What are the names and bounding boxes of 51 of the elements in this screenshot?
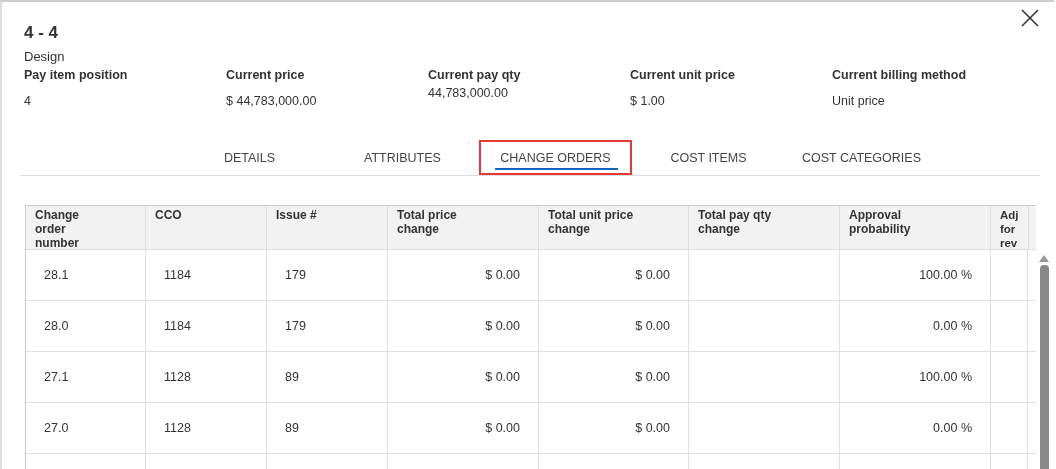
table-cell: $ 0.00 xyxy=(539,403,689,453)
table-cell: $ 0.00 xyxy=(388,250,539,300)
table-cell: $ 0.00 xyxy=(539,301,689,351)
table-cell: 179 xyxy=(267,301,388,351)
table-cell: 1128 xyxy=(146,403,267,453)
column-header: CCO xyxy=(146,206,267,249)
table-cell: $ 0.00 xyxy=(539,352,689,402)
table-cell: 0.00 % xyxy=(840,403,991,453)
column-header: Total unit price change xyxy=(539,206,689,249)
table-cell: 0.00 % xyxy=(840,301,991,351)
dialog-subtitle: Design xyxy=(24,49,66,65)
table-cell: $ 0.00 xyxy=(388,403,539,453)
column-header: Change order number xyxy=(26,206,146,249)
column-header: Adj for rev xyxy=(991,206,1029,249)
table-cell: $ 0.00 xyxy=(539,250,689,300)
table-cell: $ 0.00 xyxy=(388,301,539,351)
table-cell: 28.0 xyxy=(26,301,146,351)
tab[interactable]: CHANGE ORDERS xyxy=(479,140,632,175)
field-value: 44,783,000.00 xyxy=(428,85,508,101)
table-cell: 1128 xyxy=(146,352,267,402)
column-header: Total pay qty change xyxy=(689,206,840,249)
field-label: Current unit price xyxy=(630,67,735,83)
table-cell: 89 xyxy=(267,403,388,453)
column-header: Issue # xyxy=(267,206,388,249)
table-cell: 1184 xyxy=(146,250,267,300)
table-cell: 100.00 % xyxy=(840,352,991,402)
scroll-up-icon[interactable] xyxy=(1039,255,1049,262)
table-cell: 27.0 xyxy=(26,403,146,453)
dialog-title: 4 - 4 xyxy=(24,22,60,44)
field-label: Current billing method xyxy=(832,67,967,83)
tab[interactable]: ATTRIBUTES xyxy=(326,140,479,175)
table-cell: 28.1 xyxy=(26,250,146,300)
table-cell: $ 0.00 xyxy=(388,352,539,402)
field-value: 4 xyxy=(24,93,31,109)
column-header: Total price change xyxy=(388,206,539,249)
tab[interactable]: DETAILS xyxy=(173,140,326,175)
table-cell: 1184 xyxy=(146,301,267,351)
table-cell: 100.00 % xyxy=(840,250,991,300)
field-label: Pay item position xyxy=(24,67,128,83)
close-icon[interactable] xyxy=(1021,9,1039,27)
field-value: $ 1.00 xyxy=(630,93,665,109)
field-value: $ 44,783,000.00 xyxy=(226,93,317,109)
column-header: Approval probability xyxy=(840,206,991,249)
table-cell: 89 xyxy=(267,352,388,402)
tab[interactable]: COST CATEGORIES xyxy=(785,140,938,175)
table-cell: 27.1 xyxy=(26,352,146,402)
field-value: Unit price xyxy=(832,93,885,109)
table-cell: 179 xyxy=(267,250,388,300)
field-label: Current price xyxy=(226,67,305,83)
tab[interactable]: COST ITEMS xyxy=(632,140,785,175)
field-label: Current pay qty xyxy=(428,67,521,83)
